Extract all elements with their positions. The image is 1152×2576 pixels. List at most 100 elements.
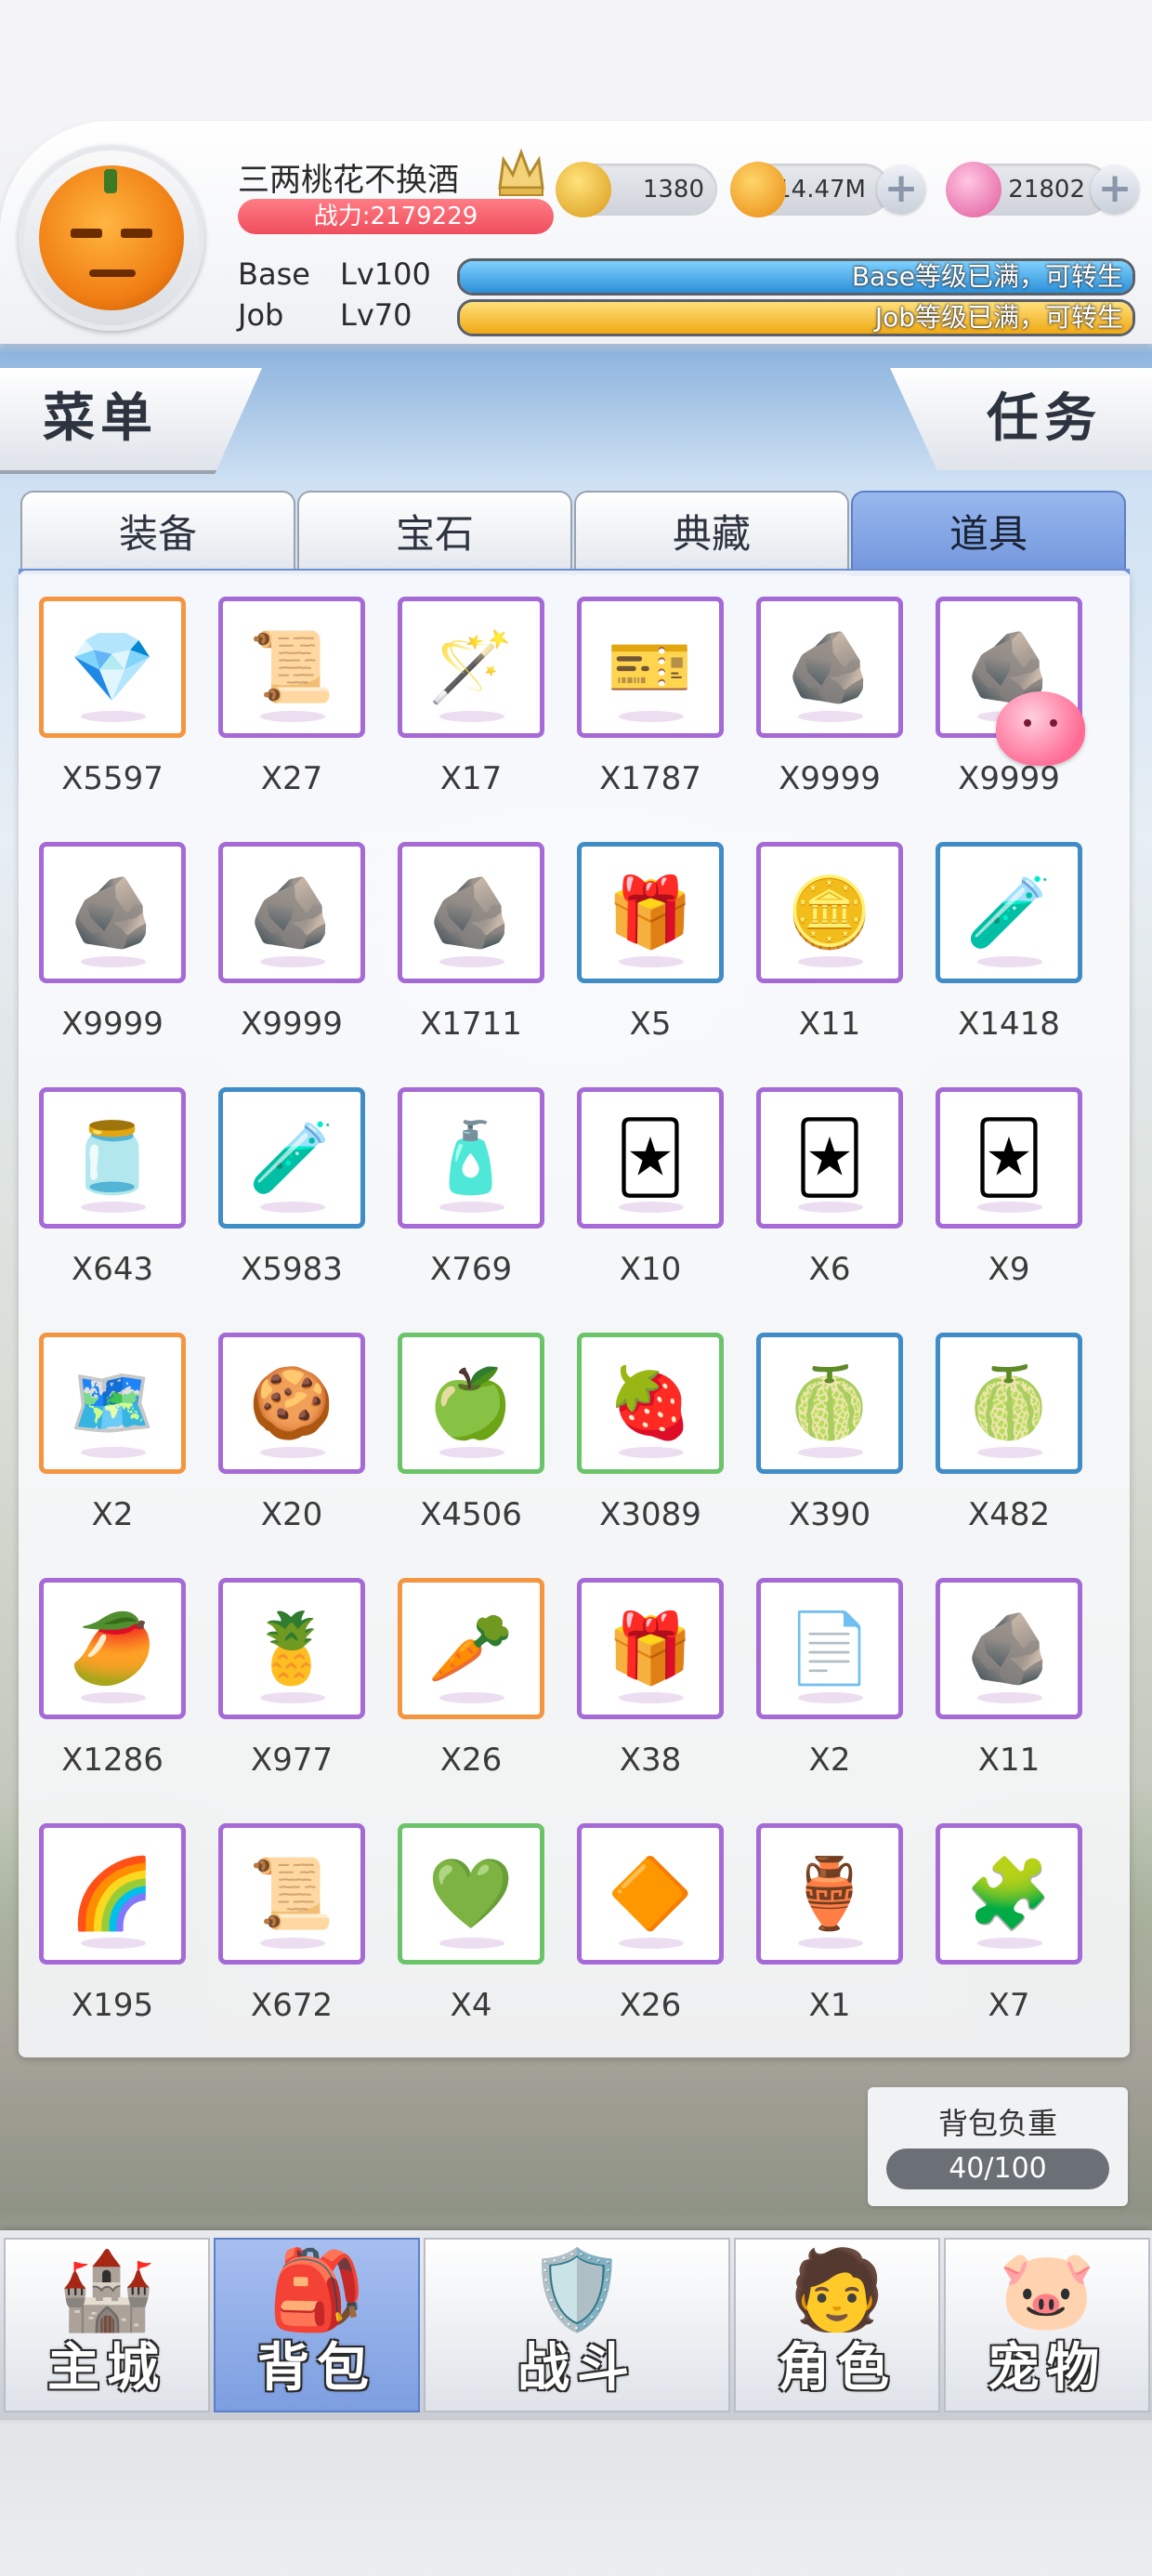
item-quantity: X5 [629,1005,672,1043]
add-gem-button[interactable]: + [1091,165,1139,214]
add-gold-button[interactable]: + [877,165,925,214]
bag-weight-box: 背包负重 40/100 [868,2087,1128,2206]
item-quantity: X38 [619,1741,682,1779]
tab-items[interactable]: 道具 [851,491,1126,576]
item-slot[interactable]: 🪙 [756,842,903,983]
nav-character[interactable]: 🧑 角色 [734,2238,940,2412]
item-slot[interactable]: 🏺 [756,1823,903,1965]
item-quantity: X1711 [420,1005,522,1043]
item-slot[interactable]: 🍪 [218,1333,365,1474]
item-slot[interactable]: 💎 [39,597,186,738]
nav-label: 主城 [47,2338,166,2399]
item-slot[interactable]: 💚 [398,1823,544,1965]
item-quantity: X20 [260,1496,323,1533]
item-shadow [81,711,146,722]
item-slot[interactable]: 🍏 [398,1333,544,1474]
item-slot[interactable]: 🪨 [218,842,365,983]
item-quantity: X10 [619,1251,682,1288]
item-quantity: X5983 [241,1251,343,1288]
nav-backpack[interactable]: 🎒 背包 [214,2238,420,2412]
item-shadow [81,1447,146,1458]
base-level: Lv100 [340,256,431,292]
medal-coin-icon: 🪙 [786,873,873,953]
nav-main-city[interactable]: 🏰 主城 [4,2238,210,2412]
avatar[interactable] [39,165,184,310]
floating-pet-icon[interactable] [996,691,1085,766]
item-quantity: X4506 [420,1496,522,1533]
tab-equipment[interactable]: 装备 [20,491,295,576]
item-quantity: X11 [798,1005,861,1043]
item-quantity: X9999 [61,1005,164,1043]
player-name: 三两桃花不换酒 [238,162,459,199]
item-slot[interactable]: 🍓 [577,1333,724,1474]
item-slot[interactable]: 🍈 [756,1333,903,1474]
gem-icon [946,162,1001,217]
item-quantity: X17 [439,760,503,797]
item-slot[interactable]: 🪨 [936,1578,1082,1719]
item-shadow [260,956,325,967]
item-slot[interactable]: 📜 [218,1823,365,1965]
item-quantity: X26 [619,1987,682,2024]
tab-gems[interactable]: 宝石 [297,491,572,576]
item-shadow [260,1202,325,1213]
item-quantity: X977 [250,1741,334,1779]
item-slot[interactable]: 🍍 [218,1578,365,1719]
durian-icon: 🍍 [248,1609,335,1689]
potion-tube-icon: 🧪 [248,1118,335,1198]
item-slot[interactable]: 🔶 [577,1823,724,1965]
item-slot[interactable]: 🧩 [936,1823,1082,1965]
base-exp-bar: Base等级已满，可转生 [457,258,1135,296]
item-slot[interactable]: 📄 [756,1578,903,1719]
item-slot[interactable]: 🪨 [398,842,544,983]
item-shadow [798,1447,863,1458]
item-quantity: X390 [788,1496,871,1533]
item-quantity: X9999 [779,760,881,797]
green-puzzle-icon: 🧩 [965,1854,1053,1934]
item-slot[interactable]: 🃏 [577,1087,724,1229]
item-slot[interactable]: 🍈 [936,1333,1082,1474]
item-slot[interactable]: 🗺️ [39,1333,186,1474]
item-quantity: X7 [988,1987,1030,2024]
nav-pet[interactable]: 🐷 宠物 [944,2238,1150,2412]
item-shadow [81,1692,146,1703]
item-slot[interactable]: 🧴 [398,1087,544,1229]
item-slot[interactable]: 🥕 [398,1578,544,1719]
item-shadow [81,1202,146,1213]
item-slot[interactable]: 🎫 [577,597,724,738]
item-shadow [798,956,863,967]
item-slot[interactable]: 🎁 [577,842,724,983]
item-slot[interactable]: 🃏 [756,1087,903,1229]
rainbow-stone-icon: 🌈 [69,1854,156,1934]
crystal-icon: 💎 [69,627,156,707]
item-shadow [619,1202,684,1213]
magic-wand-icon: 🪄 [427,627,515,707]
ore-icon: 🪨 [248,873,335,953]
item-slot[interactable]: 🧪 [936,842,1082,983]
item-quantity: X643 [71,1251,154,1288]
crown-icon [498,148,544,196]
item-slot[interactable]: 🪄 [398,597,544,738]
item-shadow [81,1938,146,1949]
item-shadow [619,1938,684,1949]
nav-battle[interactable]: 🛡️ 战斗 [424,2238,730,2412]
item-shadow [260,711,325,722]
green-crystal-icon: 💚 [427,1854,515,1934]
item-slot[interactable]: 📜 [218,597,365,738]
item-shadow [798,1938,863,1949]
item-slot[interactable]: 🥭 [39,1578,186,1719]
item-quantity: X2 [91,1496,134,1533]
item-slot[interactable]: 🌈 [39,1823,186,1965]
item-slot[interactable]: 🧪 [218,1087,365,1229]
base-status: Base等级已满，可转生 [851,261,1123,292]
item-slot[interactable]: 🫙 [39,1087,186,1229]
item-slot[interactable]: 🪨 [39,842,186,983]
item-slot[interactable]: 🃏 [936,1087,1082,1229]
tab-collection[interactable]: 典藏 [574,491,849,576]
zeny-value: 1380 [642,176,704,204]
item-slot[interactable]: 🪨 [756,597,903,738]
gem-value: 21802 [1008,176,1085,204]
item-quantity: X1286 [61,1741,164,1779]
item-slot[interactable]: 🎁 [577,1578,724,1719]
backpack-icon: 🎒 [268,2244,366,2335]
nav-label: 宠物 [988,2338,1106,2399]
